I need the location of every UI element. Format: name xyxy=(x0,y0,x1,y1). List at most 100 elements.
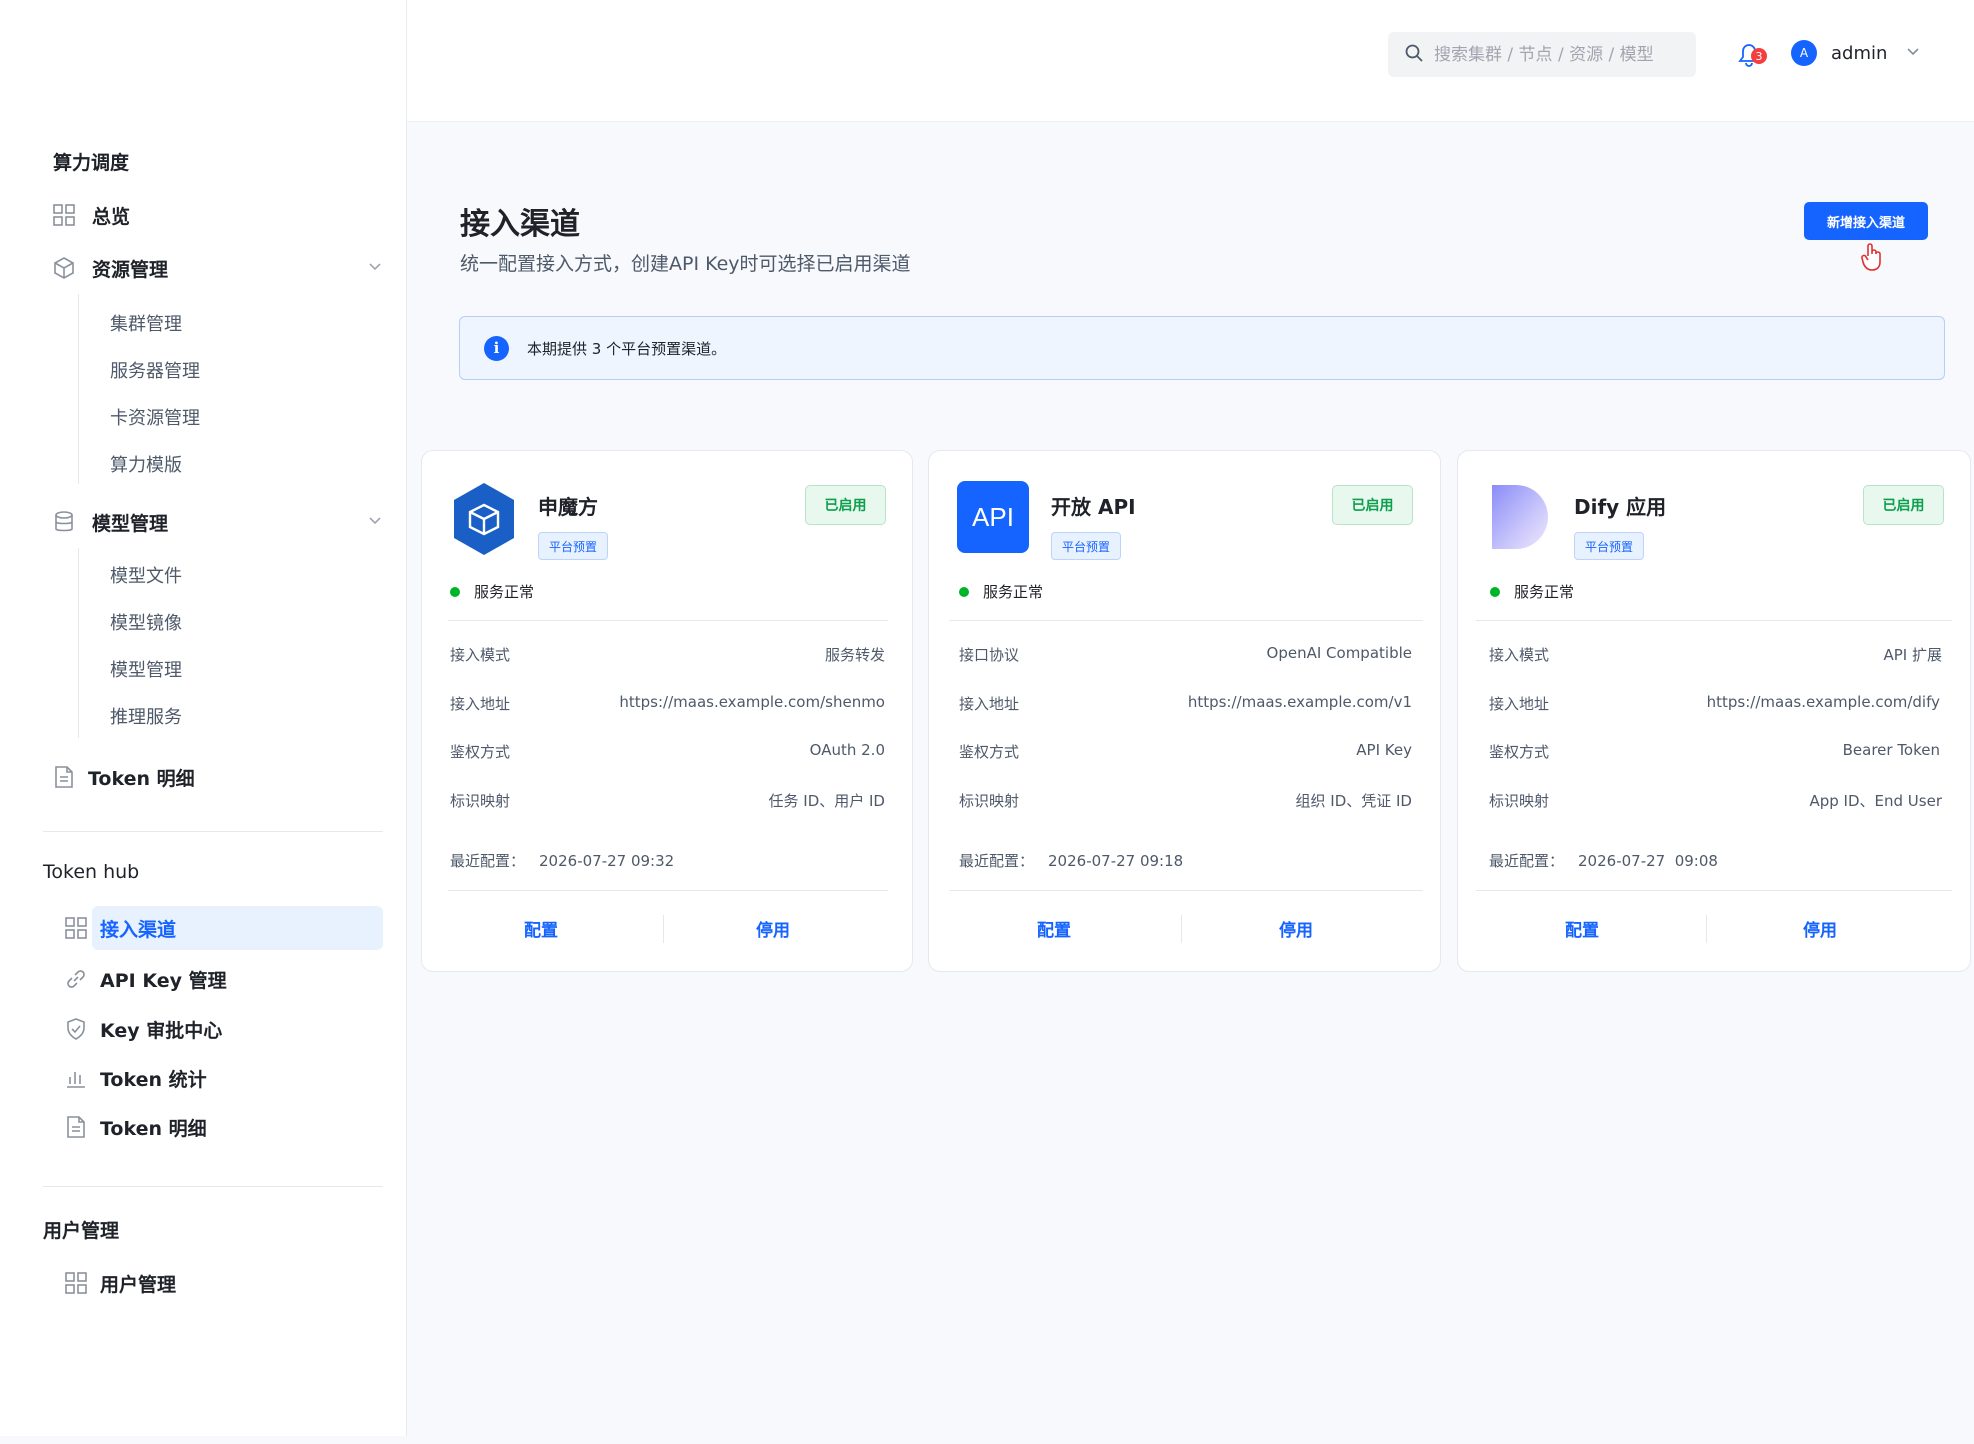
row-value: API 扩展 xyxy=(1883,646,1943,664)
status-badge: 已启用 xyxy=(1863,485,1944,525)
sub-item-compute-template[interactable]: 算力模版 xyxy=(110,451,182,477)
row-label: 接入地址 xyxy=(450,695,511,713)
row-value: Bearer Token xyxy=(1842,741,1940,759)
action-separator xyxy=(1706,915,1707,943)
recent-value: 2026-07-27 09:18 xyxy=(1048,852,1184,870)
configure-button[interactable]: 配置 xyxy=(524,916,558,941)
notification-badge: 3 xyxy=(1751,48,1767,64)
sub-item-model-file[interactable]: 模型文件 xyxy=(110,562,182,588)
configure-button[interactable]: 配置 xyxy=(1037,916,1071,941)
preset-tag: 平台预置 xyxy=(538,532,609,560)
nav-item-token-stats[interactable]: Token 统计 xyxy=(62,1056,207,1100)
row-value: OpenAI Compatible xyxy=(1266,644,1412,662)
channel-name: 申魔方 xyxy=(538,495,598,519)
health-text: 服务正常 xyxy=(1514,583,1575,601)
row-value: API Key xyxy=(1356,741,1412,759)
preset-tag: 平台预置 xyxy=(1051,532,1122,560)
status-badge: 已启用 xyxy=(1332,485,1413,525)
nav-item-api-key[interactable]: API Key 管理 xyxy=(62,957,227,1001)
row-value: https://maas.example.com/shenmo xyxy=(619,693,885,711)
cube-icon xyxy=(50,254,78,282)
nav-item-overview[interactable]: 总览 xyxy=(50,193,130,237)
nav-item-user-mgmt[interactable]: 用户管理 xyxy=(62,1261,176,1305)
row-value: 组织 ID、凭证 ID xyxy=(1295,792,1413,810)
search-box[interactable] xyxy=(1388,32,1696,77)
recent-config: 最近配置： 2026-07-27 09:18 xyxy=(959,850,1183,871)
sub-item-model-image[interactable]: 模型镜像 xyxy=(110,609,182,635)
chevron-down-icon[interactable] xyxy=(367,257,383,279)
nav-group-user: 用户管理 xyxy=(43,1220,120,1242)
recent-value: 2026-07-27 09:32 xyxy=(539,852,675,870)
recent-config: 最近配置： 2026-07-27 09:08 xyxy=(1489,850,1718,871)
disable-button[interactable]: 停用 xyxy=(1803,916,1837,941)
shield-check-icon xyxy=(62,1015,90,1043)
grid-icon xyxy=(62,1269,90,1297)
nav-item-label: Token 明细 xyxy=(88,767,195,790)
chevron-down-icon[interactable] xyxy=(367,511,383,533)
divider xyxy=(1476,890,1952,891)
document-icon xyxy=(50,763,78,791)
row-label: 标识映射 xyxy=(1489,792,1550,810)
api-logo-icon: API xyxy=(957,481,1029,553)
row-label: 鉴权方式 xyxy=(1489,743,1550,761)
channel-card-open-api: API 开放 API 平台预置 已启用 服务正常 接口协议 OpenAI Com… xyxy=(928,450,1441,972)
divider xyxy=(448,890,888,891)
nav-item-access-channel[interactable]: 接入渠道 xyxy=(62,906,176,950)
channel-name: 开放 API xyxy=(1051,495,1136,519)
user-menu[interactable]: A admin xyxy=(1791,38,1921,68)
row-label: 标识映射 xyxy=(450,792,511,810)
submenu-line xyxy=(78,294,79,484)
nav-item-label: Key 审批中心 xyxy=(100,1019,223,1042)
document-icon xyxy=(62,1113,90,1141)
row-value: 服务转发 xyxy=(824,646,885,664)
add-channel-button[interactable]: 新增接入渠道 xyxy=(1804,202,1928,240)
nav-item-token-detail-hub[interactable]: Token 明细 xyxy=(62,1105,207,1149)
health-status: 服务正常 xyxy=(450,581,534,602)
link-icon xyxy=(62,965,90,993)
page-title: 接入渠道 xyxy=(460,207,580,242)
status-dot xyxy=(1490,586,1500,597)
sidebar: 算力调度 总览 资源管理 集群管理 服务器管理 卡资源管理 算力模版 模型管理 … xyxy=(0,0,407,1436)
nav-item-token-detail[interactable]: Token 明细 xyxy=(50,755,195,799)
search-icon xyxy=(1404,43,1424,67)
sub-item-server[interactable]: 服务器管理 xyxy=(110,357,200,383)
channel-card-dify: Dify 应用 平台预置 已启用 服务正常 接入模式 API 扩展 接入地址 h… xyxy=(1457,450,1971,972)
divider xyxy=(43,831,383,832)
nav-item-label: 用户管理 xyxy=(100,1273,177,1296)
top-header: 3 A admin xyxy=(407,0,1974,122)
nav-item-label: 模型管理 xyxy=(92,512,169,535)
nav-item-label: Token 统计 xyxy=(100,1068,207,1091)
nav-item-model-mgmt[interactable]: 模型管理 xyxy=(50,500,383,544)
search-input[interactable] xyxy=(1434,44,1674,65)
info-icon: i xyxy=(484,335,509,361)
row-value: https://maas.example.com/v1 xyxy=(1187,693,1412,711)
health-status: 服务正常 xyxy=(1490,581,1574,602)
row-label: 标识映射 xyxy=(959,792,1020,810)
divider xyxy=(949,620,1423,621)
disable-button[interactable]: 停用 xyxy=(756,916,790,941)
nav-item-key-approval[interactable]: Key 审批中心 xyxy=(62,1007,222,1051)
nav-item-label: Token 明细 xyxy=(100,1117,207,1140)
sub-item-inference[interactable]: 推理服务 xyxy=(110,703,182,729)
configure-button[interactable]: 配置 xyxy=(1565,916,1599,941)
status-dot xyxy=(959,586,969,597)
channel-name: Dify 应用 xyxy=(1574,495,1667,519)
bar-chart-icon xyxy=(62,1064,90,1092)
sub-item-model-manage[interactable]: 模型管理 xyxy=(110,656,182,682)
divider xyxy=(949,890,1423,891)
sub-item-card-resource[interactable]: 卡资源管理 xyxy=(110,404,200,430)
disable-button[interactable]: 停用 xyxy=(1279,916,1313,941)
dify-logo-icon xyxy=(1490,483,1562,555)
row-label: 鉴权方式 xyxy=(450,743,511,761)
divider xyxy=(1476,620,1952,621)
nav-group-compute: 算力调度 xyxy=(53,152,130,174)
row-value: App ID、End User xyxy=(1809,792,1942,810)
health-text: 服务正常 xyxy=(983,583,1044,601)
nav-item-label: 资源管理 xyxy=(92,258,169,281)
nav-item-resource-mgmt[interactable]: 资源管理 xyxy=(50,246,383,290)
submenu-line xyxy=(78,548,79,738)
alert-text: 本期提供 3 个平台预置渠道。 xyxy=(527,339,727,358)
sub-item-cluster[interactable]: 集群管理 xyxy=(110,310,182,336)
nav-item-label: 接入渠道 xyxy=(100,918,177,941)
notification-bell[interactable]: 3 xyxy=(1734,38,1768,72)
